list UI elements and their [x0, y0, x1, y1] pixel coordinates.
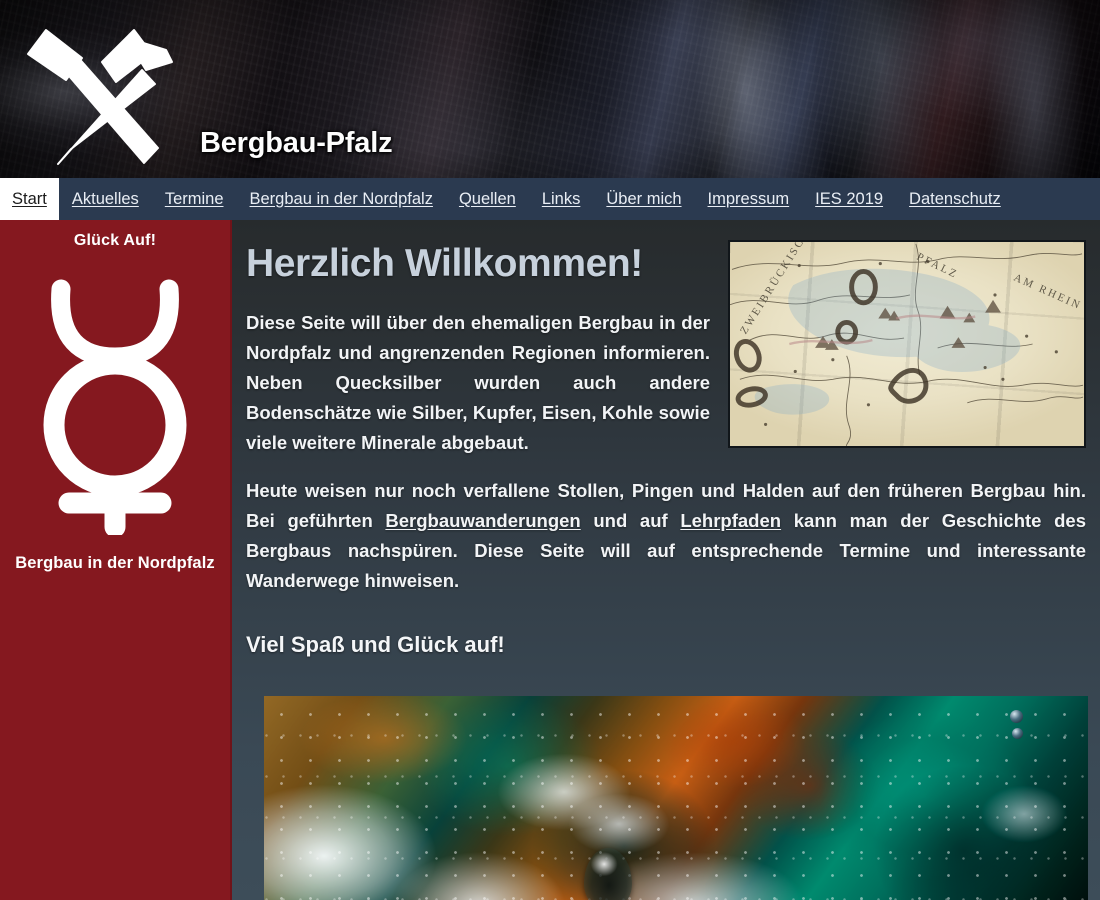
main-navigation[interactable]: Start Aktuelles Termine Bergbau in der N… — [0, 178, 1100, 220]
nav-item-links[interactable]: Links — [529, 178, 594, 220]
main-content: ZWEIBRÜCKISCH PFALZ AM RHEIN Herzlich Wi… — [232, 220, 1100, 900]
nav-item-datenschutz[interactable]: Datenschutz — [896, 178, 1014, 220]
page-body: Glück Auf! Bergbau in der Nordpfalz ZWEI… — [0, 220, 1100, 900]
page-root: Bergbau-Pfalz Start Aktuelles Termine Be… — [0, 0, 1100, 900]
nav-item-aktuelles[interactable]: Aktuelles — [59, 178, 152, 220]
nav-item-termine[interactable]: Termine — [152, 178, 237, 220]
link-bergbauwanderungen[interactable]: Bergbauwanderungen — [385, 510, 580, 531]
nav-item-bergbau-nordpfalz[interactable]: Bergbau in der Nordpfalz — [237, 178, 446, 220]
mercury-alchemical-symbol-icon — [20, 272, 210, 540]
water-bead-1 — [1010, 709, 1023, 723]
copper-ore-image — [264, 695, 1088, 900]
closing-line: Viel Spaß und Glück auf! — [246, 631, 505, 657]
nav-item-ueber-mich[interactable]: Über mich — [593, 178, 694, 220]
intro-paragraph-2: Heute weisen nur noch verfallene Stollen… — [246, 476, 1086, 596]
sidebar-heading: Glück Auf! — [73, 232, 157, 249]
sidebar-caption: Bergbau in der Nordpfalz — [15, 554, 215, 572]
water-bead-2 — [1012, 727, 1023, 739]
historic-map-image: ZWEIBRÜCKISCH PFALZ AM RHEIN — [728, 240, 1086, 448]
nav-item-ies-2019[interactable]: IES 2019 — [802, 178, 896, 220]
nav-item-impressum[interactable]: Impressum — [695, 178, 803, 220]
site-title: Bergbau-Pfalz — [200, 127, 393, 159]
link-lehrpfaden[interactable]: Lehrpfaden — [680, 510, 781, 531]
paragraph2-text-2: und auf — [580, 509, 681, 531]
sidebar: Glück Auf! Bergbau in der Nordpfalz — [0, 220, 232, 900]
site-header: Bergbau-Pfalz — [0, 0, 1100, 178]
nav-item-start[interactable]: Start — [0, 178, 59, 220]
crossed-hammer-and-pick-icon — [16, 8, 196, 173]
ore-speckle-overlay — [264, 695, 1088, 900]
nav-item-quellen[interactable]: Quellen — [446, 178, 529, 220]
